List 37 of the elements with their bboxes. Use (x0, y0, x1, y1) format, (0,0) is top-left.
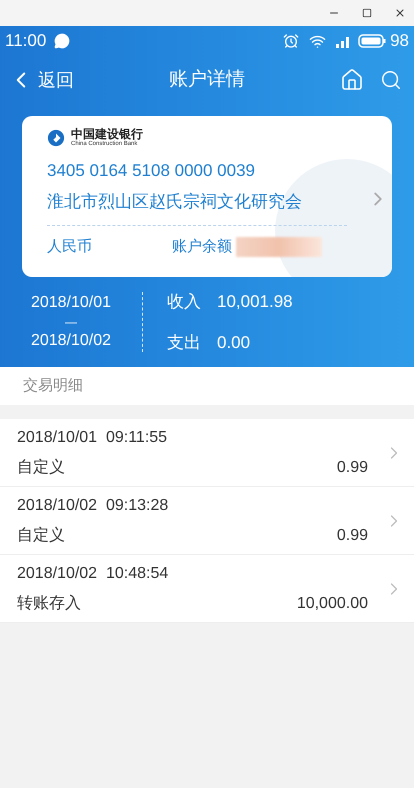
battery-level: 98 (390, 30, 409, 52)
transaction-type: 自定义 (17, 526, 65, 546)
transaction-type: 转账存入 (17, 594, 81, 614)
transaction-amount: 0.99 (336, 458, 368, 478)
transaction-row[interactable]: 2018/10/02 09:13:28 自定义 0.99 (0, 487, 414, 555)
expense-amount: 0.00 (217, 332, 250, 354)
transaction-row[interactable]: 2018/10/01 09:11:55 自定义 0.99 (0, 419, 414, 487)
transaction-type: 自定义 (17, 458, 65, 478)
transaction-amount: 0.99 (336, 526, 368, 546)
home-icon[interactable] (340, 68, 364, 92)
date-to: 2018/10/02 (30, 331, 112, 351)
status-time: 11:00 (5, 30, 46, 52)
alarm-icon (283, 33, 300, 49)
maximize-icon[interactable] (362, 8, 372, 18)
transaction-amount: 10,000.00 (296, 594, 368, 614)
account-number: 3405 0164 5108 0000 0039 (47, 160, 256, 182)
chat-icon (54, 33, 70, 49)
battery-icon (358, 34, 386, 48)
currency: 人民币 (47, 236, 92, 257)
expense-label: 支出 (167, 332, 201, 354)
balance-label: 账户余额 (172, 236, 232, 257)
transaction-datetime: 2018/10/01 09:11:55 (17, 428, 168, 448)
back-button[interactable]: 返回 (8, 66, 74, 94)
bank-logo-icon (47, 128, 65, 147)
transaction-row[interactable]: 2018/10/02 10:48:54 转账存入 10,000.00 (0, 555, 414, 623)
income-label: 收入 (167, 290, 201, 312)
transaction-datetime: 2018/10/02 09:13:28 (17, 496, 170, 516)
transaction-datetime: 2018/10/02 10:48:54 (17, 564, 170, 584)
date-separator: — (65, 315, 77, 329)
page-title: 账户详情 (169, 68, 245, 92)
date-from: 2018/10/01 (30, 293, 112, 313)
section-title: 交易明细 (23, 376, 83, 396)
close-icon[interactable] (394, 7, 406, 19)
income-amount: 10,001.98 (217, 290, 293, 312)
search-icon[interactable] (380, 69, 402, 91)
bank-name: 中国建设银行 (71, 128, 143, 141)
account-name: 淮北市烈山区赵氏宗祠文化研究会 (47, 191, 303, 214)
